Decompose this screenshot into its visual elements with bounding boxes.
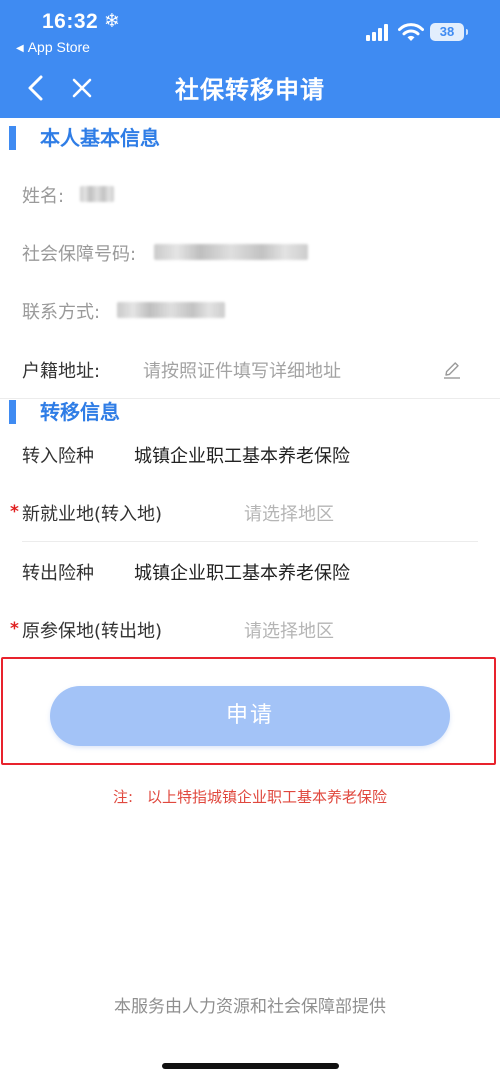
section-title-transfer: 转移信息 — [40, 400, 120, 424]
page-title: 社保转移申请 — [175, 76, 325, 104]
ssn-value-redacted — [154, 244, 308, 260]
wifi-icon — [398, 23, 424, 41]
name-value-redacted — [80, 186, 114, 202]
note-text: 注: 以上特指城镇企业职工基本养老保险 — [0, 786, 500, 807]
new-place-label: 新就业地(转入地) — [22, 504, 163, 525]
note-prefix: 注: — [112, 788, 134, 806]
ssn-label: 社会保障号码: — [22, 244, 137, 265]
row-ssn: 社会保障号码: — [0, 223, 500, 281]
back-app-label: App Store — [27, 39, 90, 55]
row-phone: 联系方式: — [0, 281, 500, 339]
phone-value-redacted — [117, 302, 225, 318]
required-mark: * — [10, 619, 19, 639]
row-address[interactable]: 户籍地址: 请按照证件填写详细地址 — [0, 340, 500, 398]
app-header: 16:32 ❄ ◀ App Store 38 社保转移申请 — [0, 0, 500, 118]
address-label: 户籍地址: — [22, 361, 101, 382]
status-time: 16:32 — [42, 10, 99, 33]
snowflake-icon: ❄ — [104, 10, 120, 32]
section-marker — [9, 126, 16, 150]
transfer-out-type-label: 转出险种 — [22, 563, 94, 584]
section-personal-info: 本人基本信息 — [0, 118, 500, 158]
row-new-employment-place[interactable]: * 新就业地(转入地) 请选择地区 — [0, 484, 500, 542]
row-transfer-in-type: 转入险种 城镇企业职工基本养老保险 — [0, 426, 500, 484]
note-body: 以上特指城镇企业职工基本养老保险 — [147, 788, 388, 806]
transfer-in-type-value: 城镇企业职工基本养老保险 — [134, 446, 350, 467]
back-triangle-icon: ◀ — [16, 43, 24, 54]
transfer-in-type-label: 转入险种 — [22, 446, 94, 467]
orig-place-select[interactable]: 请选择地区 — [244, 617, 334, 643]
back-to-app-store[interactable]: ◀ App Store — [16, 39, 90, 55]
name-label: 姓名: — [22, 186, 65, 207]
transfer-out-type-value: 城镇企业职工基本养老保险 — [134, 563, 350, 584]
address-input[interactable]: 请按照证件填写详细地址 — [143, 357, 341, 383]
divider — [22, 541, 478, 542]
section-marker — [9, 400, 16, 424]
required-mark: * — [10, 502, 19, 522]
phone-label: 联系方式: — [22, 302, 101, 323]
cellular-signal-icon — [366, 24, 390, 41]
edit-pencil-icon[interactable] — [442, 360, 462, 380]
apply-button[interactable]: 申请 — [50, 686, 450, 746]
row-original-insured-place[interactable]: * 原参保地(转出地) 请选择地区 — [0, 601, 500, 659]
row-transfer-out-type: 转出险种 城镇企业职工基本养老保险 — [0, 543, 500, 601]
new-place-select[interactable]: 请选择地区 — [244, 500, 334, 526]
section-title-personal: 本人基本信息 — [40, 126, 160, 150]
battery-icon: 38 — [430, 23, 468, 41]
row-name: 姓名: — [0, 165, 500, 223]
footer-provider-text: 本服务由人力资源和社会保障部提供 — [114, 997, 386, 1017]
orig-place-label: 原参保地(转出地) — [22, 621, 163, 642]
home-indicator[interactable] — [162, 1063, 339, 1069]
